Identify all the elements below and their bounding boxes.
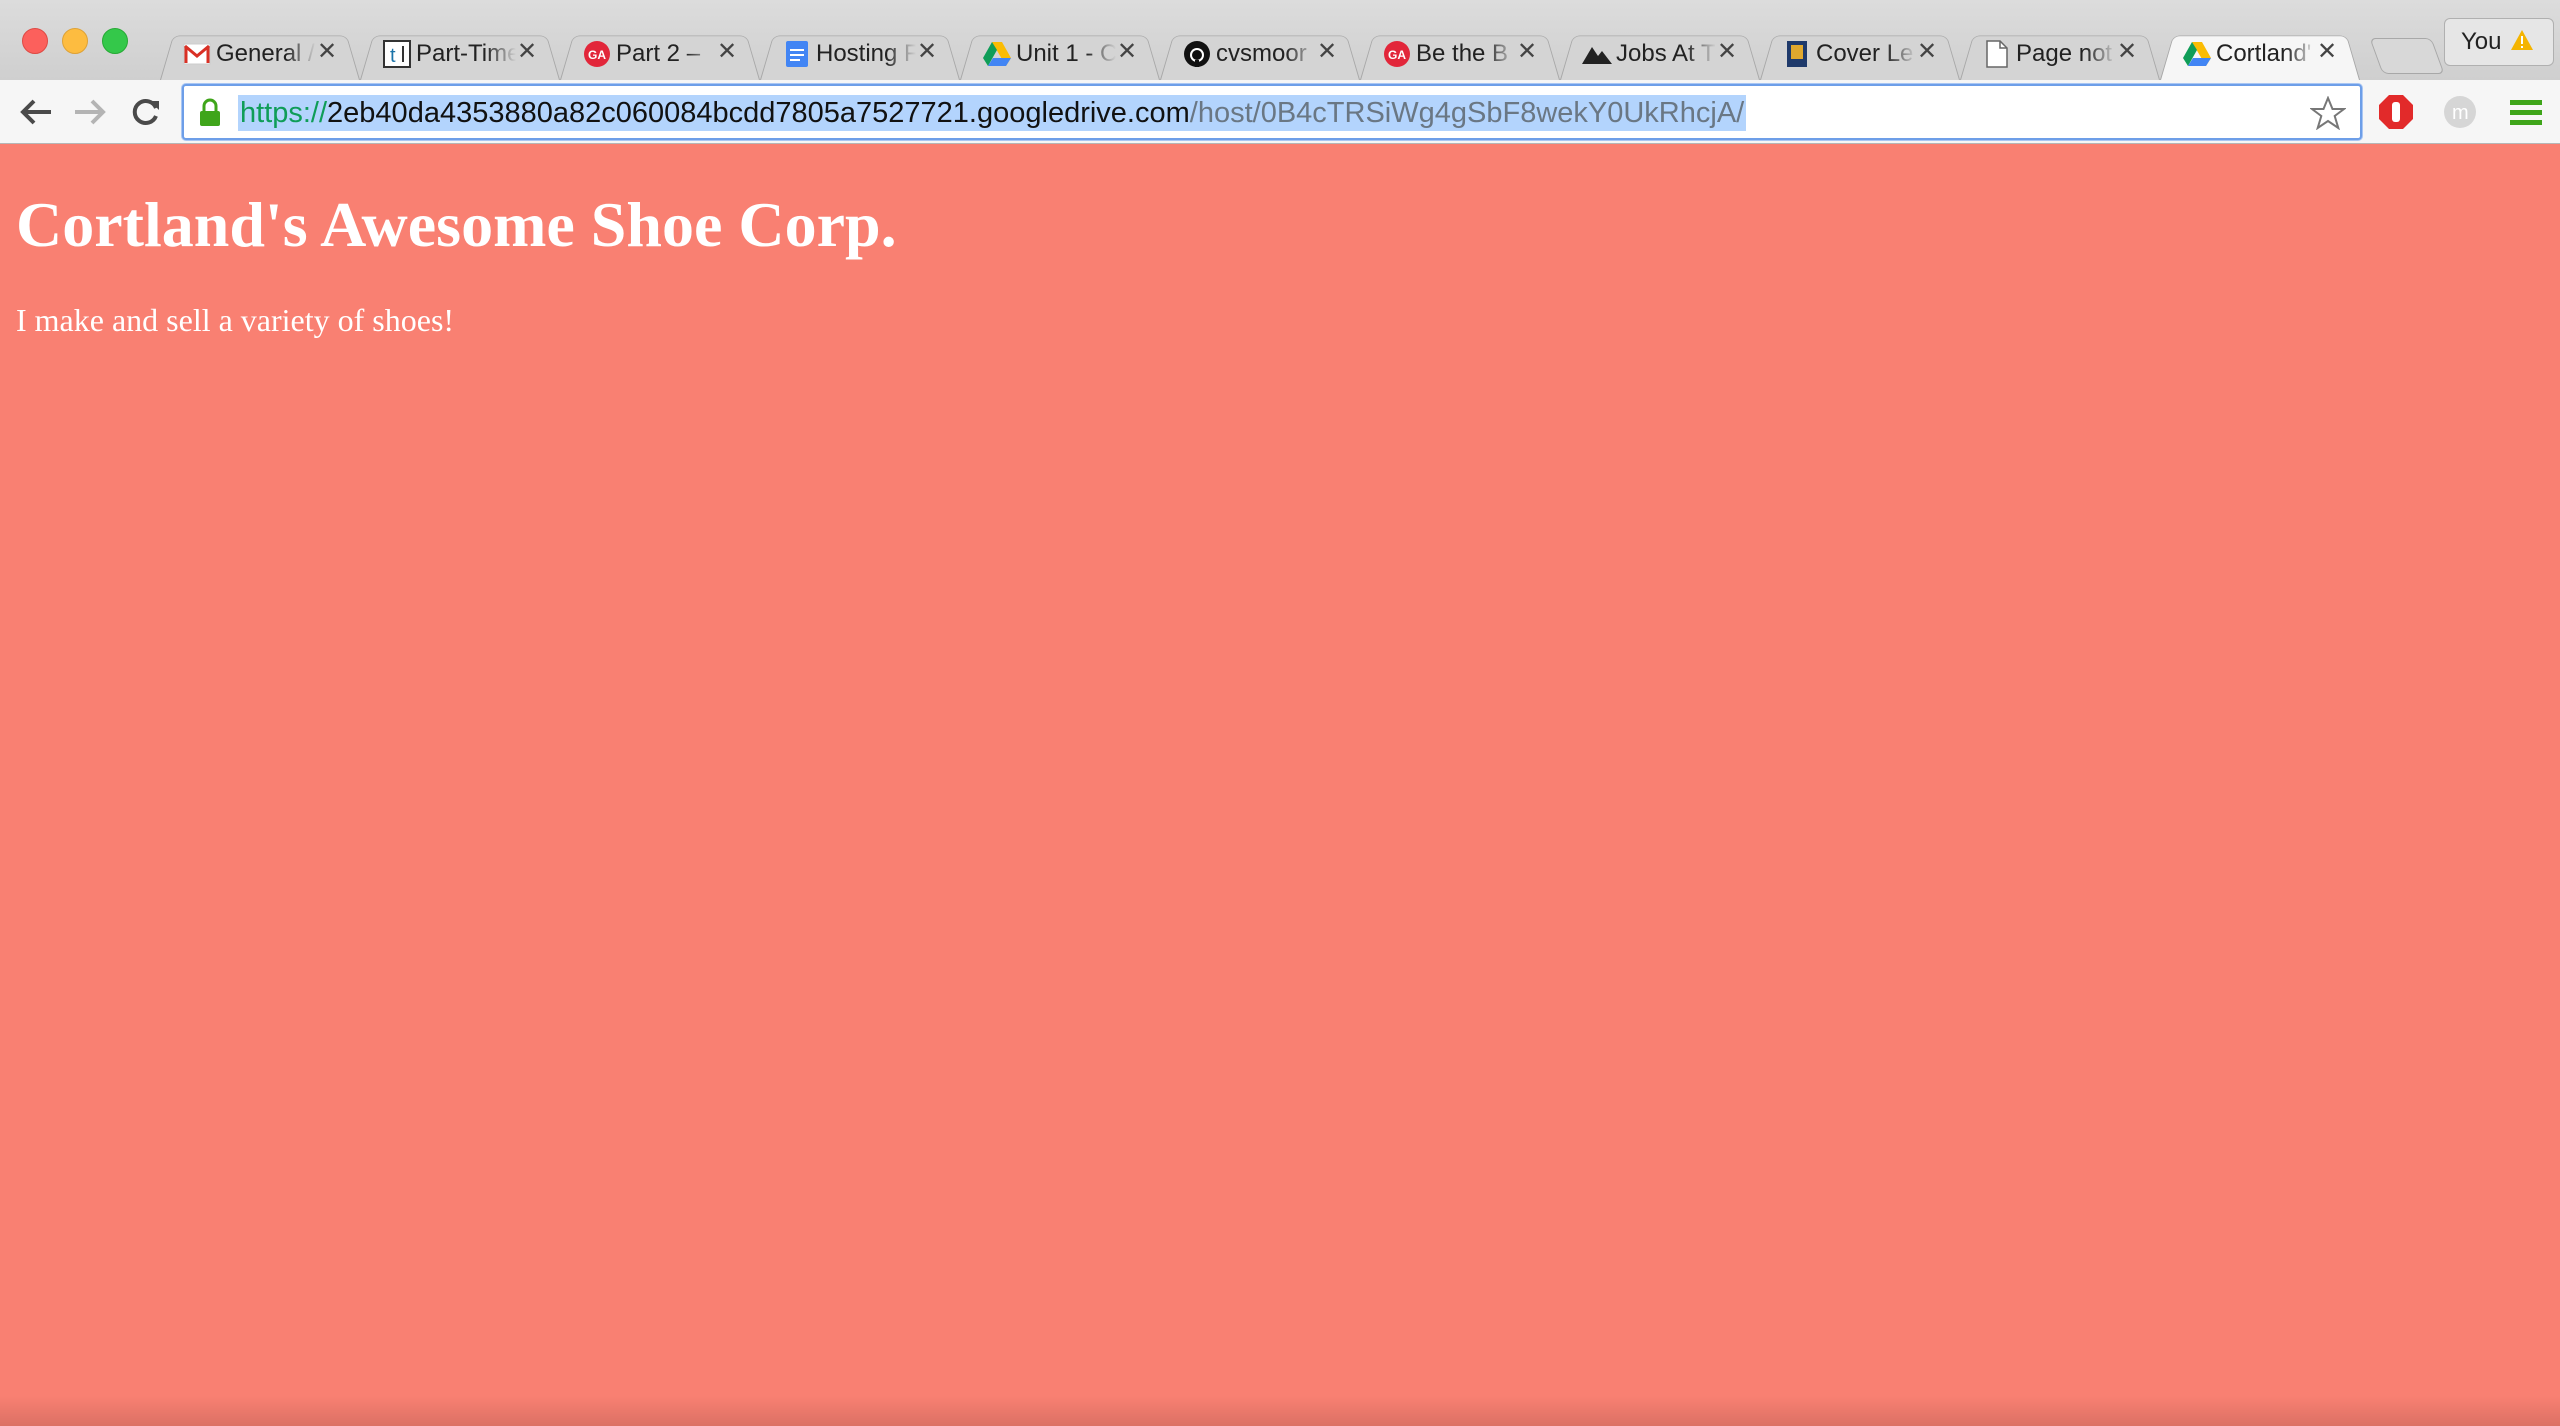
gmail-icon bbox=[182, 39, 212, 69]
window-maximize-button[interactable] bbox=[102, 28, 128, 54]
profile-button[interactable]: You bbox=[2444, 18, 2554, 66]
close-tab-icon[interactable]: ✕ bbox=[2116, 40, 2138, 64]
close-tab-icon[interactable]: ✕ bbox=[1516, 40, 1538, 64]
adblock-extension-button[interactable] bbox=[2376, 92, 2416, 132]
tab-be-the-b[interactable]: GA Be the B ✕ bbox=[1360, 28, 1560, 80]
new-tab-button[interactable] bbox=[2369, 38, 2445, 74]
page-heading: Cortland's Awesome Shoe Corp. bbox=[16, 189, 897, 260]
back-button[interactable] bbox=[16, 92, 56, 132]
github-icon bbox=[1182, 39, 1212, 69]
reload-icon bbox=[132, 99, 159, 125]
window-close-button[interactable] bbox=[22, 28, 48, 54]
close-tab-icon[interactable]: ✕ bbox=[2316, 40, 2338, 64]
menu-button[interactable] bbox=[2506, 92, 2546, 132]
url-text[interactable]: https://2eb40da4353880a82c060084bcdd7805… bbox=[238, 95, 1747, 131]
t-icon: t bbox=[382, 39, 412, 69]
tab-title: Hosting F bbox=[816, 40, 916, 67]
back-arrow-icon bbox=[20, 99, 51, 125]
address-bar[interactable]: https://2eb40da4353880a82c060084bcdd7805… bbox=[182, 84, 2362, 140]
tab-part-2[interactable]: GA Part 2 – ✕ bbox=[560, 28, 760, 80]
m-extension-icon: m bbox=[2444, 96, 2476, 128]
docs-icon bbox=[782, 39, 812, 69]
drive-icon bbox=[2182, 39, 2212, 69]
adblock-icon bbox=[2379, 95, 2413, 129]
tab-cvsmoor[interactable]: cvsmoor ✕ bbox=[1160, 28, 1360, 80]
tab-title: Page not bbox=[2016, 40, 2113, 67]
reload-button[interactable] bbox=[126, 92, 166, 132]
close-tab-icon[interactable]: ✕ bbox=[1116, 40, 1138, 64]
tab-title: cvsmoor bbox=[1216, 40, 1307, 67]
forward-arrow-icon bbox=[75, 99, 106, 125]
browser-window: General / ✕ t Part-Time ✕ GA Part 2 – ✕ … bbox=[0, 0, 2560, 1426]
tab-title: Part 2 – bbox=[616, 40, 701, 67]
window-minimize-button[interactable] bbox=[62, 28, 88, 54]
svg-text:GA: GA bbox=[1388, 48, 1406, 62]
mountain-icon bbox=[1582, 39, 1612, 69]
svg-text:GA: GA bbox=[588, 48, 606, 62]
tab-title: Part-Time bbox=[416, 40, 516, 67]
ga-icon: GA bbox=[582, 39, 612, 69]
tab-title: Cover Le bbox=[1816, 40, 1914, 67]
close-tab-icon[interactable]: ✕ bbox=[1916, 40, 1938, 64]
hamburger-menu-icon bbox=[2510, 100, 2542, 125]
bookmark-star-icon[interactable] bbox=[2309, 95, 2347, 135]
page-icon bbox=[1982, 39, 2012, 69]
tab-page-not-found[interactable]: Page not ✕ bbox=[1960, 28, 2160, 80]
url-path: /host/0B4cTRSiWg4gSbF8wekY0UkRhcjA/ bbox=[1189, 97, 1745, 129]
page-paragraph: I make and sell a variety of shoes! bbox=[16, 302, 455, 338]
url-scheme: https:// bbox=[240, 97, 328, 129]
close-tab-icon[interactable]: ✕ bbox=[916, 40, 938, 64]
warning-icon bbox=[2510, 29, 2534, 56]
tab-title: Unit 1 - C bbox=[1016, 40, 1116, 67]
close-tab-icon[interactable]: ✕ bbox=[516, 40, 538, 64]
tab-title: General / bbox=[216, 40, 315, 67]
tab-cortland-active[interactable]: Cortland' ✕ bbox=[2160, 28, 2360, 80]
extension-m-button[interactable]: m bbox=[2440, 92, 2480, 132]
lock-icon bbox=[198, 98, 222, 133]
tab-title: Cortland' bbox=[2216, 40, 2312, 67]
forward-button[interactable] bbox=[70, 92, 110, 132]
drive-icon bbox=[982, 39, 1012, 69]
tab-cover-letter[interactable]: Cover Le ✕ bbox=[1760, 28, 1960, 80]
svg-text:m: m bbox=[2452, 102, 2469, 124]
page-content: Cortland's Awesome Shoe Corp. I make and… bbox=[0, 144, 2560, 1426]
tab-part-time[interactable]: t Part-Time ✕ bbox=[360, 28, 560, 80]
tab-title: Be the B bbox=[1416, 40, 1509, 67]
close-tab-icon[interactable]: ✕ bbox=[1716, 40, 1738, 64]
tab-hosting[interactable]: Hosting F ✕ bbox=[760, 28, 960, 80]
book-icon bbox=[1782, 39, 1812, 69]
url-host: 2eb40da4353880a82c060084bcdd7805a7527721… bbox=[327, 97, 1190, 129]
close-tab-icon[interactable]: ✕ bbox=[316, 40, 338, 64]
tab-strip: General / ✕ t Part-Time ✕ GA Part 2 – ✕ … bbox=[0, 0, 2560, 80]
close-tab-icon[interactable]: ✕ bbox=[716, 40, 738, 64]
profile-name: You bbox=[2461, 28, 2502, 55]
tab-jobs-at[interactable]: Jobs At T ✕ bbox=[1560, 28, 1760, 80]
ga-icon: GA bbox=[1382, 39, 1412, 69]
tab-title: Jobs At T bbox=[1616, 40, 1716, 67]
close-tab-icon[interactable]: ✕ bbox=[1316, 40, 1338, 64]
tab-general[interactable]: General / ✕ bbox=[160, 28, 360, 80]
tab-unit-1[interactable]: Unit 1 - C ✕ bbox=[960, 28, 1160, 80]
svg-text:t: t bbox=[390, 45, 396, 67]
